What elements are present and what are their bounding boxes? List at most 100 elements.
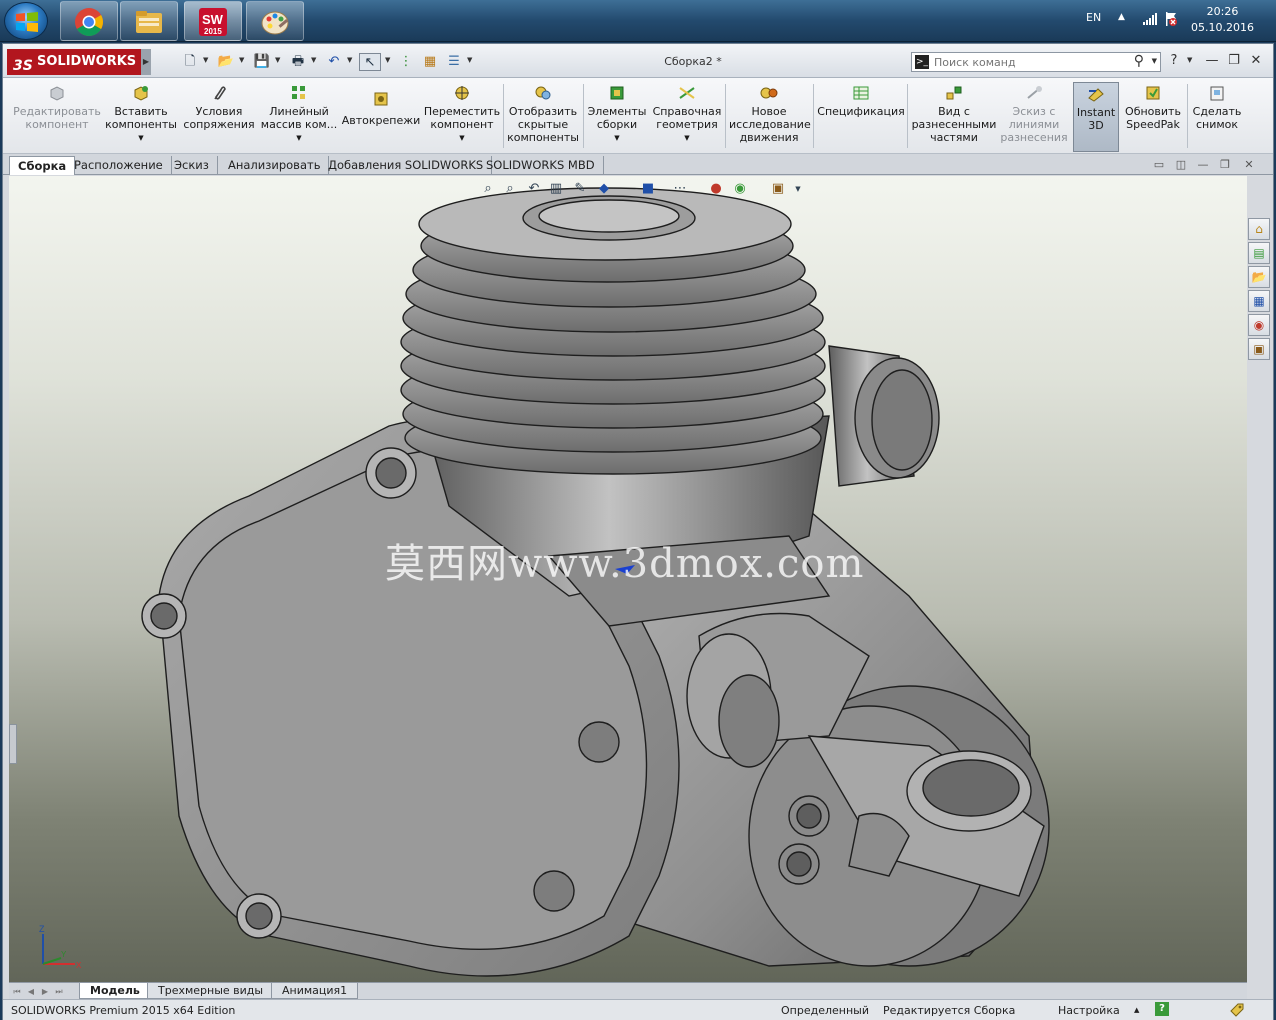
solidworks-menu-button[interactable]: 3S SOLIDWORKS [7,49,147,75]
edit-component-button[interactable]: Редактировать компонент [11,82,103,152]
tab-3d-views[interactable]: Трехмерные виды [147,983,275,999]
reference-triad[interactable]: Z Y X [35,924,83,972]
save-icon[interactable]: 💾 [251,53,273,71]
clock[interactable]: 20:26 05.10.2016 [1191,4,1254,36]
doc-close-icon[interactable]: ✕ [1241,157,1257,172]
settings-arrow-icon[interactable]: ▲ [1134,1006,1139,1014]
assembly-features-button[interactable]: Элементы сборки ▼ [585,82,649,152]
start-button[interactable] [4,2,48,40]
taskbar-app-chrome[interactable] [60,1,118,41]
dropdown-arrow-icon[interactable]: ▼ [423,132,501,145]
appearances-scenes-icon[interactable]: ◉ [1248,314,1270,336]
linear-pattern-button[interactable]: Линейный массив ком... ▼ [259,82,339,152]
search-dropdown-icon[interactable]: ▼ [1152,57,1157,65]
select-pointer-icon[interactable]: ↖ [359,53,381,71]
next-tab-arrow-icon[interactable]: ▶ [39,985,51,998]
prev-tab-arrow-icon[interactable]: ◀ [25,985,37,998]
view-palette-icon[interactable]: ▦ [1248,290,1270,312]
network-signal-icon[interactable] [1142,12,1158,26]
dynamic-annotation-icon[interactable]: ✎ [571,180,589,198]
quick-tips-help-icon[interactable]: ? [1155,1002,1169,1016]
rebuild-traffic-light-icon[interactable]: ⋮ [395,53,417,71]
help-dropdown-icon[interactable]: ▼ [1187,56,1192,64]
tab-solidworks-mbd[interactable]: SOLIDWORKS MBD [478,156,604,175]
graphics-area[interactable]: ⌕ ⌕ ↶ ▥ ✎ ◆ ■ ⋯ ● ◉ ▣ ▼ 莫西网www.3dmox.com… [9,176,1247,982]
dropdown-arrow-icon[interactable]: ▼ [585,132,649,145]
tab-model[interactable]: Модель [79,983,151,999]
language-indicator[interactable]: EN [1086,11,1101,24]
select-dropdown-icon[interactable]: ▼ [385,56,390,64]
smart-fasteners-button[interactable]: Автокрепежи [341,82,421,152]
taskbar-app-solidworks[interactable]: SW 2015 [184,1,242,41]
restore-button[interactable]: ❐ [1225,53,1243,69]
zoom-to-area-icon[interactable]: ⌕ [501,180,519,198]
first-tab-arrow-icon[interactable]: ⏮ [11,985,23,998]
exploded-view-button[interactable]: Вид с разнесенными частями [909,82,999,152]
section-view-icon[interactable]: ▥ [547,180,565,198]
tab-layout[interactable]: Расположение [66,156,172,175]
reference-geometry-button[interactable]: Справочная геометрия ▼ [651,82,723,152]
undo-dropdown-icon[interactable]: ▼ [347,56,352,64]
tile-vertical-icon[interactable]: ◫ [1173,157,1189,172]
edit-appearance-icon[interactable]: ● [707,180,725,198]
tab-solidworks-addins[interactable]: Добавления SOLIDWORKS [320,156,493,175]
custom-properties-icon[interactable]: ▣ [1248,338,1270,360]
new-document-icon[interactable]: 🗋 [179,53,201,71]
tab-sketch[interactable]: Эскиз [166,156,218,175]
print-icon[interactable]: 🖶 [287,53,309,71]
take-snapshot-button[interactable]: Сделать снимок [1189,82,1245,152]
mate-button[interactable]: Условия сопряжения [181,82,257,152]
taskbar-app-paint[interactable] [246,1,304,41]
new-dropdown-icon[interactable]: ▼ [203,56,208,64]
tab-animation1[interactable]: Анимация1 [271,983,359,999]
open-dropdown-icon[interactable]: ▼ [239,56,244,64]
update-speedpak-button[interactable]: Обновить SpeedPak [1121,82,1185,152]
solidworks-resources-icon[interactable]: ⌂ [1248,218,1270,240]
doc-minimize-icon[interactable]: — [1195,157,1211,172]
last-tab-arrow-icon[interactable]: ⏭ [53,985,65,998]
view-settings-icon[interactable]: ▣ [769,180,787,198]
action-center-flag-icon[interactable] [1164,11,1178,27]
explode-line-sketch-button[interactable]: Эскиз с линиями разнесения [999,82,1069,152]
feature-manager-expand-handle[interactable] [9,724,17,764]
search-input[interactable] [934,54,1124,70]
undo-icon[interactable]: ↶ [323,53,345,71]
move-component-button[interactable]: Переместить компонент ▼ [423,82,501,152]
tile-icon[interactable]: ▭ [1151,157,1167,172]
insert-components-button[interactable]: Вставить компоненты ▼ [103,82,179,152]
options-dropdown-icon[interactable]: ▼ [467,56,472,64]
tags-icon[interactable] [1229,1002,1245,1018]
bill-of-materials-button[interactable]: Спецификация [815,82,907,152]
taskbar-app-explorer[interactable] [120,1,178,41]
dropdown-arrow-icon[interactable]: ▼ [103,132,179,145]
instant-3d-button[interactable]: Instant 3D [1073,82,1119,152]
file-properties-icon[interactable]: ▦ [419,53,441,71]
new-motion-study-button[interactable]: Новое исследование движения [729,82,811,152]
minimize-button[interactable]: — [1203,53,1221,69]
display-style-icon[interactable]: ■ [639,180,657,198]
zoom-to-fit-icon[interactable]: ⌕ [479,180,497,198]
print-dropdown-icon[interactable]: ▼ [311,56,316,64]
design-library-icon[interactable]: ▤ [1248,242,1270,264]
previous-view-icon[interactable]: ↶ [525,180,543,198]
menu-expand-arrow-icon[interactable]: ▶ [141,49,151,75]
hide-show-items-icon[interactable]: ⋯ [671,180,689,198]
units-settings[interactable]: Настройка [1058,1004,1120,1017]
view-orientation-icon[interactable]: ◆ [595,180,613,198]
command-search[interactable]: >_ ⚲ ▼ [911,52,1161,72]
help-icon[interactable]: ? [1165,53,1183,69]
dropdown-arrow-icon[interactable]: ▼ [259,132,339,145]
save-dropdown-icon[interactable]: ▼ [275,56,280,64]
view-settings-dropdown-icon[interactable]: ▼ [789,180,807,198]
file-explorer-icon[interactable]: 📂 [1248,266,1270,288]
apply-scene-icon[interactable]: ◉ [731,180,749,198]
dropdown-arrow-icon[interactable]: ▼ [651,132,723,145]
close-button[interactable]: ✕ [1247,53,1265,69]
options-icon[interactable]: ☰ [443,53,465,71]
open-folder-icon[interactable]: 📂 [215,53,237,71]
show-hidden-components-button[interactable]: Отобразить скрытые компоненты [505,82,581,152]
doc-restore-icon[interactable]: ❐ [1217,157,1233,172]
tab-evaluate[interactable]: Анализировать [220,156,330,175]
tray-expand-icon[interactable]: ▲ [1118,12,1125,22]
search-icon[interactable]: ⚲ [1134,53,1144,69]
